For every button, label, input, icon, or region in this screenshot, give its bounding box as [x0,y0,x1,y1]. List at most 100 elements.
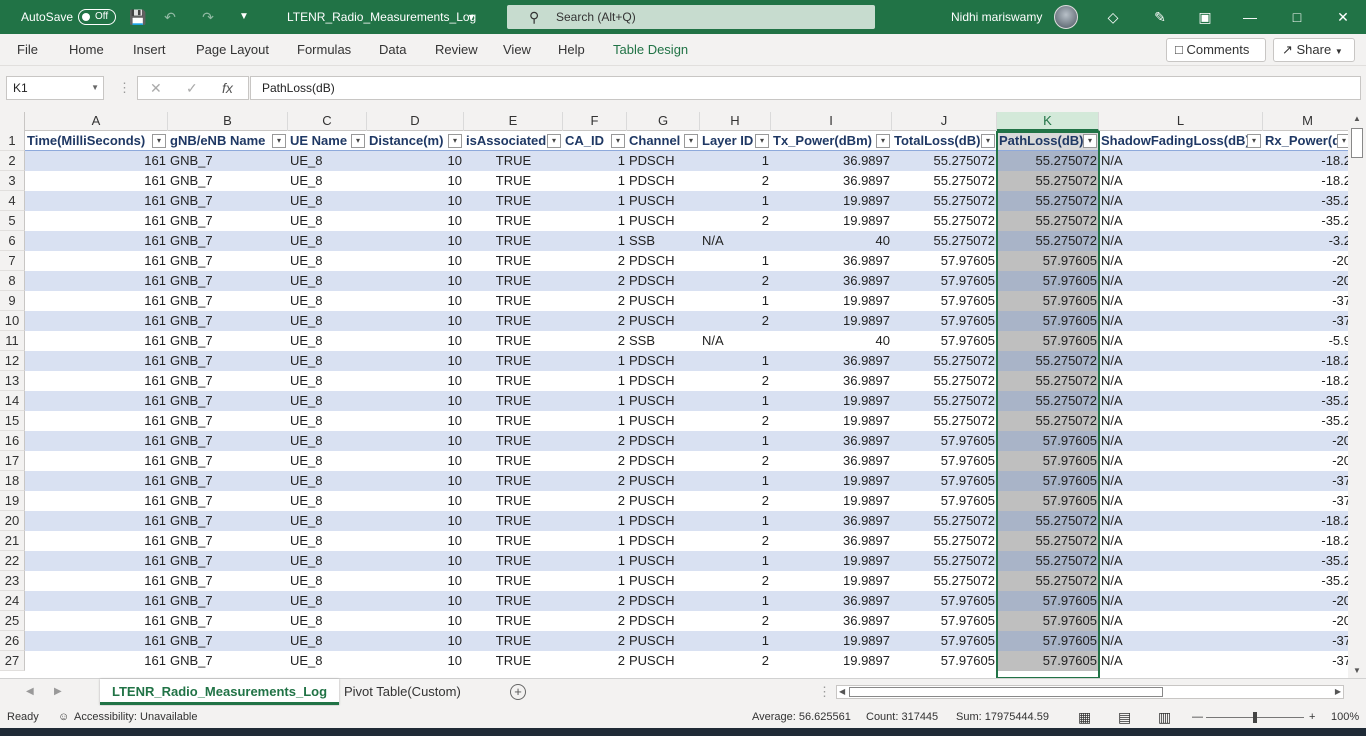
row-number[interactable]: 2 [0,151,25,171]
table-cell[interactable]: 55.275072 [892,391,997,411]
table-header-cell[interactable]: Channel ▾ [627,131,700,151]
row-number[interactable]: 24 [0,591,25,611]
table-cell[interactable]: PUSCH [627,211,700,231]
enter-icon[interactable]: ✓ [186,77,198,99]
table-cell[interactable]: 57.97605 [997,591,1099,611]
table-cell[interactable]: N/A [1099,411,1263,431]
vertical-scroll-thumb[interactable] [1351,128,1363,158]
sheet-tab-measurements-log[interactable]: LTENR_Radio_Measurements_Log [100,679,340,705]
table-cell[interactable]: -35.2 [1263,571,1348,591]
row-number[interactable]: 18 [0,471,25,491]
table-cell[interactable]: PDSCH [627,611,700,631]
table-cell[interactable]: 161 [25,271,168,291]
row-number[interactable]: 6 [0,231,25,251]
table-cell[interactable]: GNB_7 [168,351,288,371]
page-break-view-icon[interactable]: ▥ [1158,706,1171,728]
table-header-cell[interactable]: ShadowFadingLoss(dB) ▾ [1099,131,1263,151]
table-cell[interactable]: 1 [700,391,771,411]
table-cell[interactable]: PDSCH [627,451,700,471]
table-cell[interactable]: GNB_7 [168,651,288,671]
table-cell[interactable]: 10 [367,391,464,411]
table-cell[interactable]: N/A [1099,251,1263,271]
table-cell[interactable]: 19.9897 [771,651,892,671]
filter-dropdown-icon[interactable]: ▾ [351,134,365,148]
table-cell[interactable]: TRUE [464,571,563,591]
table-cell[interactable]: N/A [1099,371,1263,391]
table-cell[interactable]: TRUE [464,331,563,351]
table-cell[interactable]: 55.275072 [892,531,997,551]
table-cell[interactable]: 19.9897 [771,631,892,651]
row-number[interactable]: 21 [0,531,25,551]
table-cell[interactable]: 19.9897 [771,551,892,571]
table-cell[interactable]: 19.9897 [771,571,892,591]
table-cell[interactable]: PDSCH [627,351,700,371]
sheet-tab-pivot-table[interactable]: Pivot Table(Custom) [332,679,473,705]
table-cell[interactable]: GNB_7 [168,571,288,591]
table-cell[interactable]: 36.9897 [771,531,892,551]
table-cell[interactable]: 55.275072 [997,211,1099,231]
table-cell[interactable]: 1 [700,591,771,611]
table-cell[interactable]: UE_8 [288,471,367,491]
tab-insert[interactable]: Insert [133,34,166,66]
table-cell[interactable]: 161 [25,531,168,551]
table-cell[interactable]: 10 [367,611,464,631]
table-cell[interactable]: N/A [700,331,771,351]
table-cell[interactable]: N/A [1099,531,1263,551]
add-sheet-icon[interactable]: + [510,684,526,700]
chevron-down-icon[interactable]: ▼ [91,77,99,99]
table-cell[interactable]: TRUE [464,231,563,251]
table-cell[interactable]: 57.97605 [892,471,997,491]
table-cell[interactable]: N/A [1099,491,1263,511]
column-header-f[interactable]: F [563,112,627,131]
tab-review[interactable]: Review [435,34,478,66]
table-cell[interactable]: -35.2 [1263,191,1348,211]
table-cell[interactable]: -37 [1263,471,1348,491]
row-number[interactable]: 11 [0,331,25,351]
table-cell[interactable]: 57.97605 [892,591,997,611]
table-cell[interactable]: N/A [1099,551,1263,571]
table-cell[interactable]: 10 [367,331,464,351]
table-cell[interactable]: PUSCH [627,391,700,411]
table-cell[interactable]: 10 [367,471,464,491]
table-cell[interactable]: UE_8 [288,511,367,531]
column-header-h[interactable]: H [700,112,771,131]
table-header-cell[interactable]: UE Name ▾ [288,131,367,151]
table-cell[interactable]: 2 [563,271,627,291]
row-number[interactable]: 9 [0,291,25,311]
table-header-cell[interactable]: isAssociated ▾ [464,131,563,151]
table-cell[interactable]: 2 [563,651,627,671]
table-cell[interactable]: 36.9897 [771,431,892,451]
table-cell[interactable]: GNB_7 [168,151,288,171]
table-cell[interactable]: UE_8 [288,271,367,291]
table-cell[interactable]: 2 [563,611,627,631]
table-cell[interactable]: 1 [563,371,627,391]
table-cell[interactable]: TRUE [464,631,563,651]
table-cell[interactable]: PDSCH [627,171,700,191]
row-number[interactable]: 3 [0,171,25,191]
tab-home[interactable]: Home [69,34,104,66]
table-cell[interactable]: 2 [700,491,771,511]
table-cell[interactable]: PDSCH [627,431,700,451]
row-number[interactable]: 20 [0,511,25,531]
table-cell[interactable]: 2 [700,171,771,191]
table-cell[interactable]: N/A [1099,591,1263,611]
table-cell[interactable]: GNB_7 [168,311,288,331]
table-cell[interactable]: 2 [700,531,771,551]
table-cell[interactable]: 161 [25,571,168,591]
filter-dropdown-icon[interactable]: ▾ [755,134,769,148]
table-cell[interactable]: TRUE [464,611,563,631]
table-cell[interactable]: TRUE [464,591,563,611]
share-button[interactable]: ↗ Share ▼ [1273,38,1355,62]
table-cell[interactable]: 10 [367,211,464,231]
minimize-icon[interactable]: — [1238,0,1262,34]
customize-icon[interactable]: ▼ [232,0,256,34]
filter-dropdown-icon[interactable]: ▾ [152,134,166,148]
row-number[interactable]: 4 [0,191,25,211]
table-cell[interactable]: N/A [1099,231,1263,251]
table-cell[interactable]: TRUE [464,651,563,671]
table-cell[interactable]: 36.9897 [771,251,892,271]
column-header-e[interactable]: E [464,112,563,131]
restore-icon[interactable]: ▣ [1193,0,1217,34]
table-cell[interactable]: N/A [1099,271,1263,291]
table-cell[interactable]: TRUE [464,371,563,391]
